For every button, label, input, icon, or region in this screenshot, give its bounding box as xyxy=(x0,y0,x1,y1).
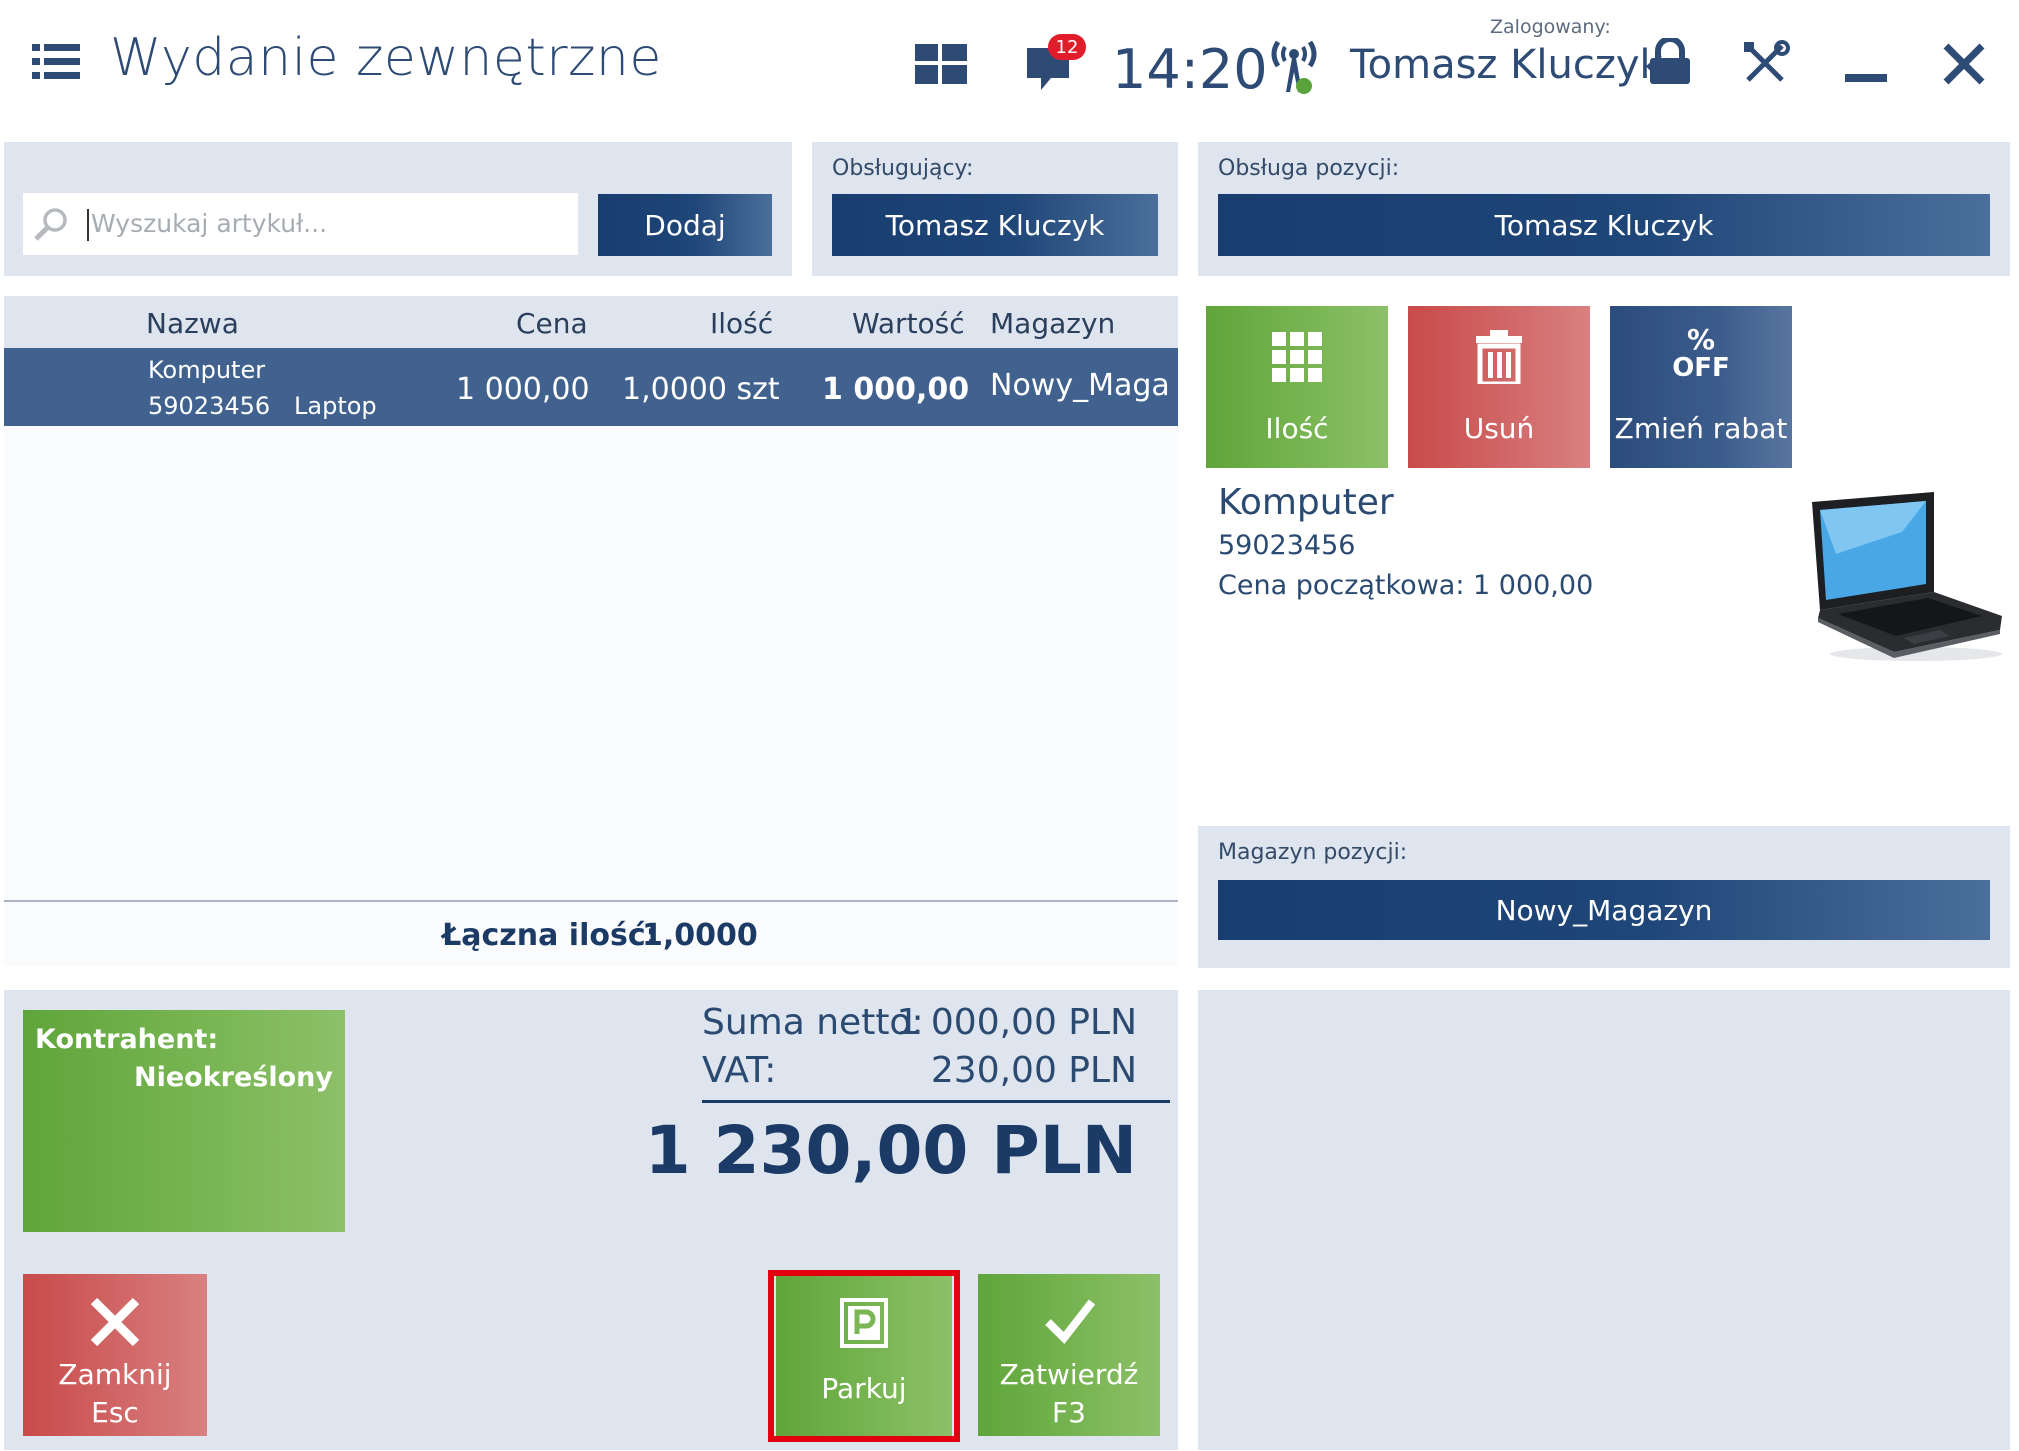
discount-button[interactable]: % OFF Zmień rabat xyxy=(1610,306,1792,468)
item-warehouse-label: Magazyn pozycji: xyxy=(1218,840,1408,865)
product-image xyxy=(1806,492,2006,664)
row-warehouse: Nowy_Maga xyxy=(990,368,1170,403)
delete-label: Usuń xyxy=(1463,412,1535,445)
confirm-label: Zatwierdź xyxy=(999,1358,1139,1391)
check-icon xyxy=(1044,1296,1096,1346)
x-icon xyxy=(89,1296,141,1348)
net-sum-value: 1 000,00 PLN xyxy=(896,1002,1137,1043)
text-caret xyxy=(87,209,89,241)
parking-icon xyxy=(840,1298,888,1348)
col-warehouse: Magazyn xyxy=(990,307,1116,340)
contractor-button[interactable]: Kontrahent: Nieokreślony xyxy=(23,1010,345,1232)
vat-label: VAT: xyxy=(702,1050,777,1091)
confirm-key: F3 xyxy=(1052,1396,1086,1429)
discount-label: Zmień rabat xyxy=(1614,412,1788,445)
grid-icon xyxy=(1272,332,1322,382)
item-handling-label: Obsługa pozycji: xyxy=(1218,156,1400,181)
percent-glyph: % xyxy=(1686,323,1716,356)
operator-label: Obsługujący: xyxy=(832,156,974,181)
item-warehouse-select[interactable]: Nowy_Magazyn xyxy=(1218,880,1990,940)
grand-total: 1 230,00 PLN xyxy=(644,1112,1137,1189)
close-button[interactable]: Zamknij Esc xyxy=(23,1274,207,1436)
menu-icon[interactable] xyxy=(32,44,80,80)
table-row[interactable]: Komputer 59023456 Laptop 1 000,00 1,0000… xyxy=(4,348,1178,426)
percent-off-icon: % OFF xyxy=(1610,326,1792,386)
antenna-icon xyxy=(1268,36,1320,96)
delete-button[interactable]: Usuń xyxy=(1408,306,1590,468)
clock: 14:20 xyxy=(1112,38,1268,101)
lock-icon[interactable] xyxy=(1648,36,1692,86)
col-price: Cena xyxy=(516,307,588,340)
tools-icon[interactable] xyxy=(1742,40,1790,86)
search-icon xyxy=(33,207,69,241)
logged-user: Tomasz Kluczyk xyxy=(1350,42,1663,88)
logged-label: Zalogowany: xyxy=(1490,16,1611,38)
col-name: Nazwa xyxy=(146,307,239,340)
contractor-label: Kontrahent: xyxy=(35,1024,219,1055)
park-button[interactable]: Parkuj xyxy=(776,1276,952,1436)
trash-icon xyxy=(1476,330,1522,387)
close-icon[interactable] xyxy=(1942,42,1986,86)
vat-value: 230,00 PLN xyxy=(930,1050,1137,1091)
total-quantity-value: 1,0000 xyxy=(642,918,758,953)
close-label: Zamknij xyxy=(58,1358,172,1391)
totals-divider xyxy=(702,1100,1170,1103)
park-label: Parkuj xyxy=(821,1372,907,1405)
operator-select[interactable]: Tomasz Kluczyk xyxy=(832,194,1158,256)
row-price: 1 000,00 xyxy=(456,372,590,407)
search-input[interactable]: Wyszukaj artykuł... xyxy=(23,193,578,255)
minimize-icon[interactable] xyxy=(1845,74,1887,82)
off-glyph: OFF xyxy=(1672,353,1730,383)
col-quantity: Ilość xyxy=(710,307,774,340)
product-name: Komputer xyxy=(1218,482,1394,523)
quantity-label: Ilość xyxy=(1265,412,1329,445)
row-category: Laptop xyxy=(294,392,377,420)
add-button[interactable]: Dodaj xyxy=(598,194,772,256)
row-value: 1 000,00 xyxy=(822,372,970,407)
row-quantity: 1,0000 szt xyxy=(622,372,780,407)
empty-right-panel xyxy=(1198,990,2010,1450)
close-key: Esc xyxy=(91,1396,139,1429)
total-quantity-label: Łączna ilość: xyxy=(442,918,658,953)
table-divider xyxy=(4,900,1178,902)
row-name: Komputer xyxy=(148,356,266,384)
confirm-button[interactable]: Zatwierdź F3 xyxy=(978,1274,1160,1436)
search-placeholder: Wyszukaj artykuł... xyxy=(91,209,328,238)
product-code: 59023456 xyxy=(1218,530,1356,561)
tiles-icon[interactable] xyxy=(915,44,967,84)
contractor-value: Nieokreślony xyxy=(134,1062,333,1093)
col-value: Wartość xyxy=(852,307,965,340)
page-title: Wydanie zewnętrzne xyxy=(110,28,662,88)
quantity-button[interactable]: Ilość xyxy=(1206,306,1388,468)
item-handling-select[interactable]: Tomasz Kluczyk xyxy=(1218,194,1990,256)
notification-badge: 12 xyxy=(1048,34,1086,60)
product-initial-price: Cena początkowa: 1 000,00 xyxy=(1218,570,1594,601)
net-sum-label: Suma netto: xyxy=(702,1002,924,1043)
row-code: 59023456 xyxy=(148,392,271,420)
